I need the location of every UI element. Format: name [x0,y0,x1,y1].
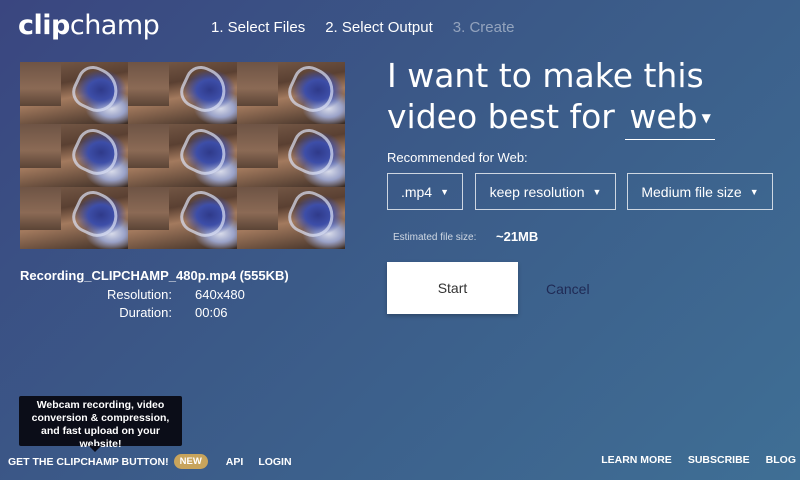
resolution-dropdown[interactable]: keep resolution ▼ [475,173,616,210]
thumbnail-frame [128,62,237,125]
blog-link[interactable]: BLOG [766,454,796,466]
clipchamp-button-tooltip: Webcam recording, video conversion & com… [19,396,182,452]
target-platform-dropdown[interactable]: web ▼ [625,96,715,140]
new-badge: NEW [173,454,208,469]
format-dropdown[interactable]: .mp4 ▼ [387,173,463,210]
resolution-option-value: keep resolution [489,183,585,200]
thumbnail-frame [128,186,237,249]
file-name: Recording_CLIPCHAMP_480p.mp4 (555KB) [20,268,289,283]
headline: I want to make this video best for web ▼ [387,55,747,140]
logo-part-champ: champ [69,10,160,41]
file-meta-values: 640x480 00:06 [195,286,245,322]
subscribe-link[interactable]: SUBSCRIBE [688,454,750,466]
thumbnail-frame [236,62,345,125]
step-select-files[interactable]: 1. Select Files [211,19,305,36]
api-link[interactable]: API [226,456,244,468]
resolution-label: Resolution: [106,287,172,302]
thumbnail-frame [20,186,129,249]
login-link[interactable]: LOGIN [258,456,291,468]
footer-right: LEARN MORE SUBSCRIBE BLOG [601,454,796,466]
file-meta-labels: Resolution: Duration: [20,286,172,322]
learn-more-link[interactable]: LEARN MORE [601,454,672,466]
thumbnail-frame [128,124,237,187]
caret-down-icon: ▼ [592,186,602,197]
file-size-dropdown[interactable]: Medium file size ▼ [627,173,773,210]
logo-part-clip: clip [18,10,70,41]
duration-value: 00:06 [195,305,228,320]
target-platform-value: web [629,97,698,136]
thumbnail-frame [236,124,345,187]
thumbnail-frame [20,124,129,187]
get-clipchamp-button-link[interactable]: GET THE CLIPCHAMP BUTTON! [8,456,169,468]
video-thumbnail [20,62,345,249]
format-value: .mp4 [400,183,433,200]
footer-left: GET THE CLIPCHAMP BUTTON! NEW API LOGIN [8,454,292,469]
caret-down-icon: ▼ [749,186,759,197]
file-size-value: Medium file size [641,183,742,200]
recommended-label: Recommended for Web: [387,150,528,165]
step-create: 3. Create [452,19,515,36]
thumbnail-frame [20,62,129,125]
duration-label: Duration: [119,305,172,320]
wizard-steps: 1. Select Files 2. Select Output 3. Crea… [211,19,515,36]
thumbnail-frame [236,186,345,249]
clipchamp-logo[interactable]: clipchamp [18,10,160,41]
caret-down-icon: ▼ [440,186,450,197]
caret-down-icon: ▼ [701,111,711,125]
resolution-value: 640x480 [195,287,245,302]
estimated-size-value: ~21MB [496,229,539,244]
start-button[interactable]: Start [387,262,518,314]
estimated-size-label: Estimated file size: [393,232,477,243]
cancel-button[interactable]: Cancel [546,281,590,297]
step-select-output[interactable]: 2. Select Output [325,19,433,36]
